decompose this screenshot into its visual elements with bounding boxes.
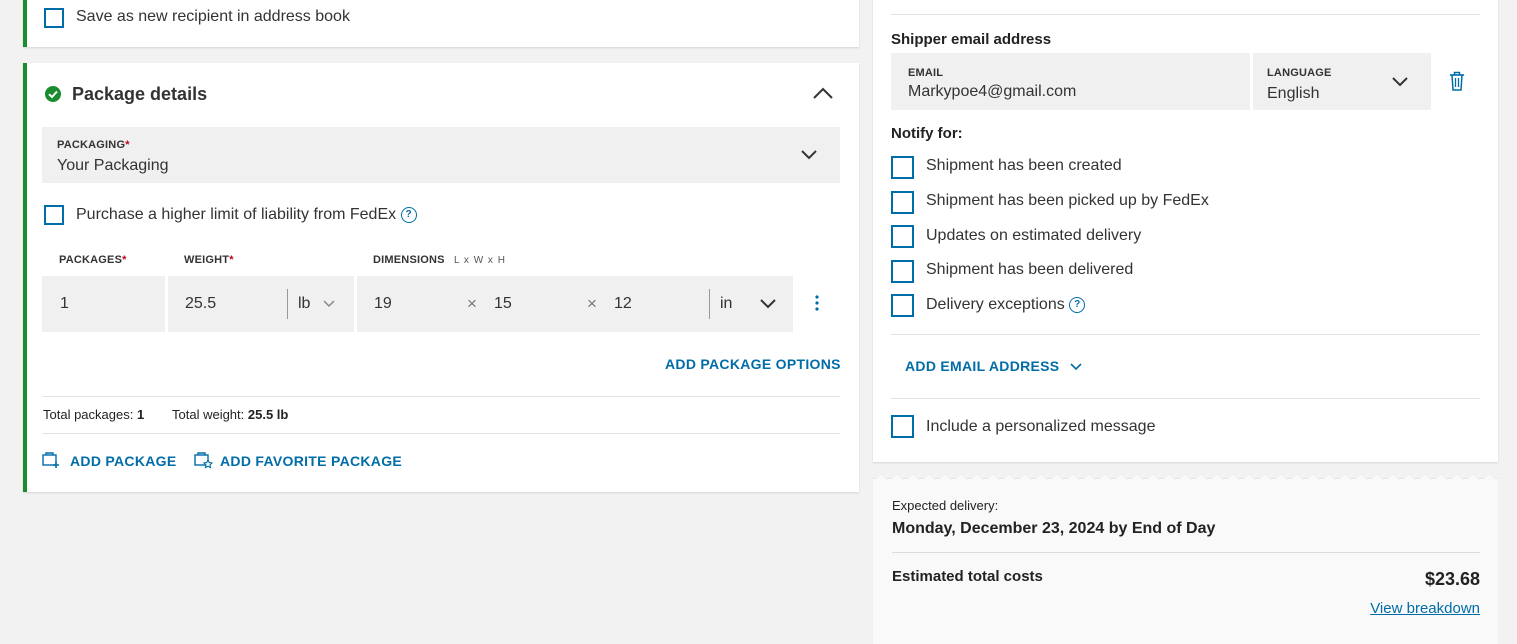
view-breakdown-link[interactable]: View breakdown [1370,600,1480,617]
add-package-icon[interactable] [42,452,60,469]
notify-created-label: Shipment has been created [926,157,1122,174]
chevron-up-icon[interactable] [813,87,833,99]
expected-delivery-value: Monday, December 23, 2024 by End of Day [892,520,1216,537]
save-recipient-label: Save as new recipient in address book [76,8,350,25]
weight-input[interactable]: 25.5 lb [168,276,354,332]
notify-delivered-label: Shipment has been delivered [926,261,1134,278]
chevron-down-icon [801,150,817,160]
liability-label: Purchase a higher limit of liability fro… [76,206,417,224]
notify-picked-up-label: Shipment has been picked up by FedEx [926,192,1209,209]
add-favorite-package-link[interactable]: ADD FAVORITE PACKAGE [220,453,402,469]
weight-unit-select[interactable]: lb [298,295,310,313]
dimension-unit-select[interactable]: in [720,295,732,313]
recipient-card: Save as new recipient in address book [23,0,859,47]
chevron-down-icon[interactable] [1070,363,1082,371]
dimensions-input[interactable]: 19 × 15 × 12 in [357,276,793,332]
shipper-email-title: Shipper email address [891,31,1052,48]
summary-card: Expected delivery: Monday, December 23, … [873,475,1498,644]
notify-exceptions-label: Delivery exceptions ? [926,296,1086,314]
receipt-edge-decoration [873,475,1498,481]
notify-created-checkbox[interactable] [891,156,914,179]
packages-header: PACKAGES* [59,254,127,266]
notify-delivered-checkbox[interactable] [891,260,914,283]
estimated-total-label: Estimated total costs [892,568,1043,585]
notify-estimated-checkbox[interactable] [891,225,914,248]
language-select[interactable]: LANGUAGE English [1253,53,1431,110]
add-package-options-link[interactable]: ADD PACKAGE OPTIONS [665,356,841,372]
chevron-down-icon [1392,77,1408,87]
notify-estimated-label: Updates on estimated delivery [926,227,1142,244]
notify-exceptions-checkbox[interactable] [891,294,914,317]
dimension-height[interactable]: 12 [614,295,632,313]
dimension-length[interactable]: 19 [374,295,392,313]
packaging-value: Your Packaging [57,157,169,174]
notify-for-label: Notify for: [891,125,963,142]
check-circle-icon [45,86,61,102]
help-icon[interactable]: ? [1069,296,1086,313]
chevron-down-icon [323,300,335,308]
dimension-width[interactable]: 15 [494,295,512,313]
total-weight: Total weight: 25.5 lb [172,407,289,422]
packaging-label: PACKAGING* [57,139,130,151]
expected-delivery-label: Expected delivery: [892,498,999,513]
personal-message-label: Include a personalized message [926,418,1156,435]
package-details-title: Package details [72,84,208,104]
trash-icon[interactable] [1449,71,1465,91]
total-packages: Total packages: 1 [43,407,145,422]
chevron-down-icon [760,299,776,309]
liability-checkbox[interactable] [44,205,64,225]
email-field[interactable]: EMAIL Markypoe4@gmail.com [891,53,1250,110]
dimensions-header: DIMENSIONS L x W x H [373,254,506,266]
notifications-card: Shipper email address EMAIL Markypoe4@gm… [873,0,1498,462]
package-details-card: Package details PACKAGING* Your Packagin… [23,63,859,492]
weight-header: WEIGHT* [184,254,234,266]
personal-message-checkbox[interactable] [891,415,914,438]
add-favorite-package-icon[interactable] [194,452,213,469]
add-email-address-link[interactable]: ADD EMAIL ADDRESS [905,358,1059,374]
packages-input[interactable]: 1 [42,276,165,332]
packaging-select[interactable]: PACKAGING* Your Packaging [42,127,840,183]
add-package-link[interactable]: ADD PACKAGE [70,453,177,469]
save-recipient-checkbox[interactable] [44,8,64,28]
more-options-icon[interactable] [815,295,819,311]
notify-picked-up-checkbox[interactable] [891,191,914,214]
estimated-total-value: $23.68 [1424,569,1480,589]
help-icon[interactable]: ? [400,206,417,223]
